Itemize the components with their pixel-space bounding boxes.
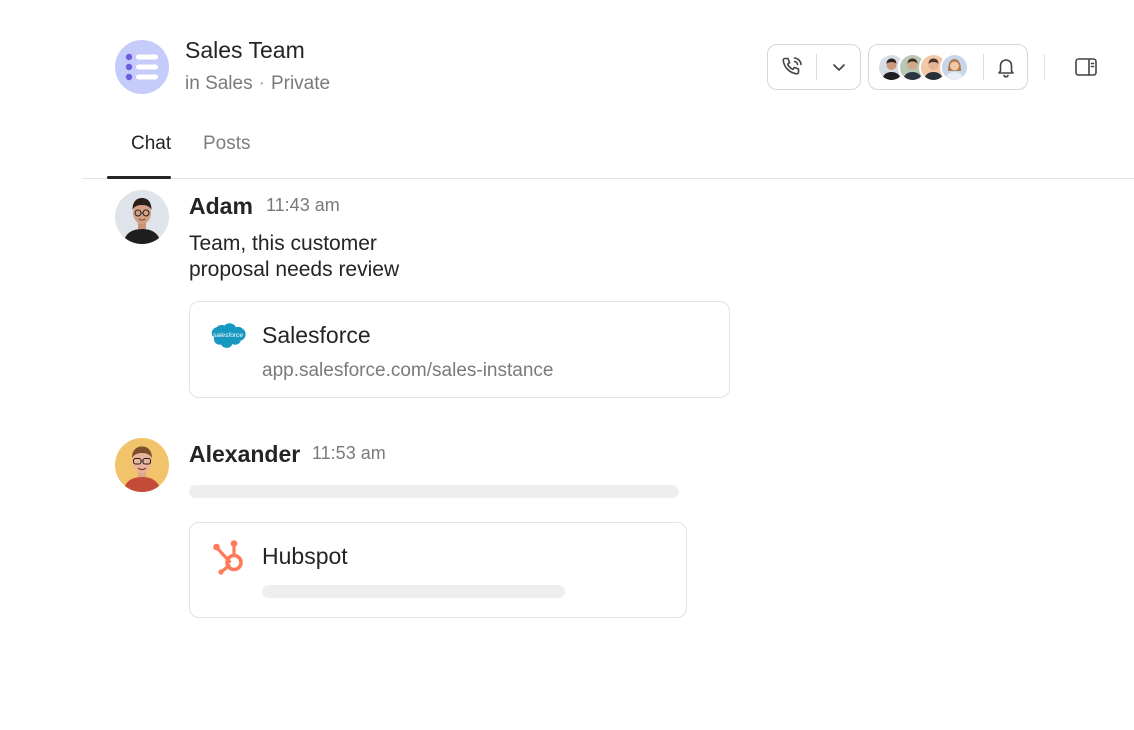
member-avatar [940, 52, 969, 82]
message-text-line: Team, this customer [189, 232, 377, 255]
call-button[interactable] [768, 45, 816, 89]
toggle-side-panel-button[interactable] [1071, 53, 1101, 81]
link-card-hubspot[interactable]: Hubspot [189, 522, 687, 618]
avatar[interactable] [115, 438, 169, 492]
list-icon [125, 53, 158, 81]
subtitle-separator: · [258, 73, 265, 94]
message-time: 11:53 am [312, 443, 386, 463]
call-button-group [767, 44, 861, 90]
phone-icon [782, 57, 802, 75]
user-avatar-alexander [115, 438, 169, 492]
card-url-placeholder [262, 585, 565, 598]
member-avatars[interactable] [869, 45, 977, 89]
channel-avatar[interactable] [115, 40, 169, 94]
avatar[interactable] [115, 190, 169, 244]
message-author[interactable]: Alexander [189, 441, 300, 468]
message-text: Team, this customer proposal needs revie… [189, 231, 399, 283]
card-title: Hubspot [262, 543, 348, 569]
channel-title: Sales Team [185, 37, 305, 63]
channel-team[interactable]: in Sales [185, 73, 253, 94]
salesforce-logo-icon: salesforce [211, 323, 246, 348]
card-url[interactable]: app.salesforce.com/sales-instance [262, 360, 553, 382]
selected-tab-indicator [107, 176, 171, 179]
user-avatar-adam [115, 190, 169, 244]
message-text-placeholder [189, 485, 679, 498]
hubspot-logo-icon [213, 540, 243, 575]
message-author[interactable]: Adam [189, 193, 253, 220]
message-text-line: proposal needs review [189, 258, 400, 281]
call-options-dropdown[interactable] [817, 45, 860, 89]
card-title: Salesforce [262, 322, 371, 348]
message-time: 11:43 am [266, 195, 340, 215]
side-panel-icon [1075, 58, 1097, 76]
channel-subtitle: in Sales · Private [185, 73, 330, 95]
link-card-salesforce[interactable]: salesforce Salesforce app.salesforce.com… [189, 301, 730, 398]
chat-window: Sales Team in Sales · Private Chat Posts… [0, 0, 1134, 730]
notifications-button[interactable] [984, 45, 1027, 89]
tab-chat[interactable]: Chat [131, 133, 171, 155]
tab-posts[interactable]: Posts [203, 133, 251, 155]
toolbar-separator [1044, 54, 1045, 80]
svg-text:salesforce: salesforce [213, 332, 243, 339]
channel-privacy: Private [270, 73, 331, 94]
bell-icon [997, 59, 1014, 78]
tabs-divider [82, 178, 1134, 179]
members-group [868, 44, 1028, 90]
chevron-down-icon [832, 64, 845, 71]
